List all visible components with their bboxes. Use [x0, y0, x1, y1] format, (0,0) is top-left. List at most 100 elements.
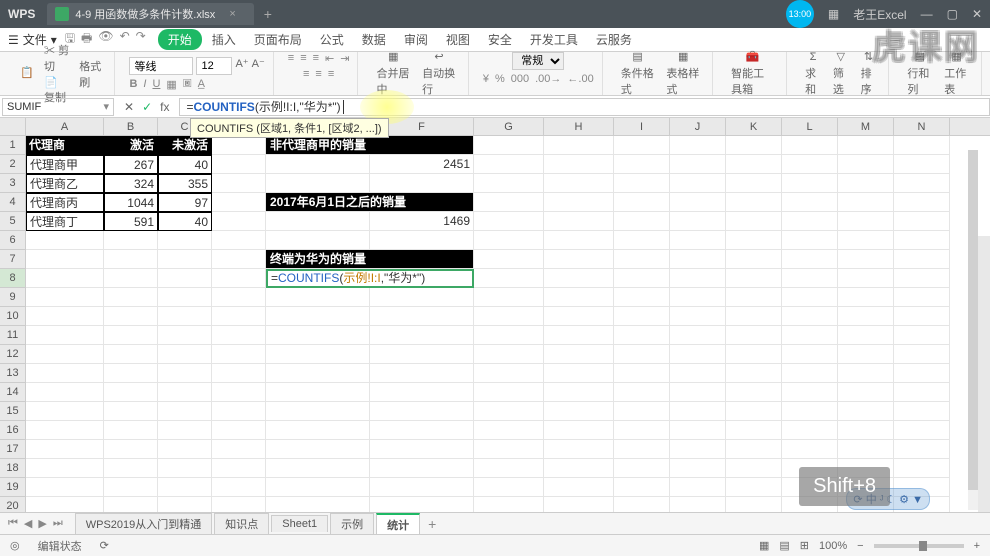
- col-header[interactable]: N: [894, 118, 950, 135]
- sheet-tab[interactable]: Sheet1: [271, 515, 328, 532]
- maximize-icon[interactable]: ▢: [947, 7, 958, 21]
- close-icon[interactable]: ×: [229, 8, 235, 20]
- wrap-text-button[interactable]: ↩自动换行: [418, 48, 460, 99]
- align-middle-icon[interactable]: ≡: [300, 52, 306, 65]
- percent-icon[interactable]: %: [495, 73, 505, 85]
- increase-decimal-icon[interactable]: ←.00: [567, 73, 593, 85]
- align-right-icon[interactable]: ≡: [328, 68, 334, 80]
- cell[interactable]: 2451: [370, 155, 474, 174]
- cell[interactable]: [212, 136, 266, 155]
- row-header[interactable]: 16: [0, 421, 26, 440]
- cut-button[interactable]: ✂ 剪切: [44, 42, 71, 74]
- sheet-nav-first-icon[interactable]: ⏮: [8, 517, 18, 530]
- cancel-formula-icon[interactable]: ✕: [124, 100, 134, 114]
- ime-toolbar[interactable]: ⟳ 中 ᴶ ☾ ⚙ ▼: [846, 488, 930, 510]
- formula-input[interactable]: =COUNTIFS(示例!I:I,"华为*"): [179, 98, 990, 116]
- minimize-icon[interactable]: —: [921, 7, 933, 21]
- print-icon[interactable]: 🖶: [81, 29, 92, 50]
- filter-button[interactable]: ▽筛选: [829, 48, 853, 99]
- number-format-select[interactable]: 常规: [512, 52, 564, 70]
- fill-color-icon[interactable]: 🞖: [183, 78, 192, 91]
- tab-security[interactable]: 安全: [480, 31, 520, 48]
- sheet-tab[interactable]: 知识点: [214, 513, 269, 534]
- preview-icon[interactable]: 👁: [98, 29, 113, 50]
- row-header[interactable]: 6: [0, 231, 26, 250]
- cell[interactable]: 代理商: [26, 136, 104, 155]
- row-header[interactable]: 4: [0, 193, 26, 212]
- col-header[interactable]: G: [474, 118, 544, 135]
- font-name-select[interactable]: [129, 57, 193, 75]
- row-header[interactable]: 13: [0, 364, 26, 383]
- row-header[interactable]: 7: [0, 250, 26, 269]
- zoom-value[interactable]: 100%: [819, 540, 847, 552]
- cell[interactable]: 代理商甲: [26, 155, 104, 174]
- tab-review[interactable]: 审阅: [396, 31, 436, 48]
- tab-view[interactable]: 视图: [438, 31, 478, 48]
- cell[interactable]: 267: [104, 155, 158, 174]
- grid-icon[interactable]: ▦: [828, 7, 839, 21]
- indent-left-icon[interactable]: ⇤: [325, 52, 334, 65]
- accept-formula-icon[interactable]: ✓: [142, 100, 152, 114]
- tab-cloud[interactable]: 云服务: [588, 31, 640, 48]
- tab-insert[interactable]: 插入: [204, 31, 244, 48]
- view-normal-icon[interactable]: ▦: [759, 539, 769, 552]
- row-header[interactable]: 18: [0, 459, 26, 478]
- col-header[interactable]: H: [544, 118, 614, 135]
- merge-cells-button[interactable]: ▦合并居中: [372, 48, 414, 99]
- table-style-button[interactable]: ▦表格样式: [662, 48, 704, 99]
- redo-icon[interactable]: ↷: [136, 29, 146, 50]
- increase-font-icon[interactable]: A⁺: [235, 57, 248, 75]
- zoom-out-icon[interactable]: −: [857, 540, 863, 552]
- align-center-icon[interactable]: ≡: [315, 68, 321, 80]
- sheet-tab[interactable]: WPS2019从入门到精通: [75, 513, 213, 534]
- align-top-icon[interactable]: ≡: [288, 52, 294, 65]
- tab-data[interactable]: 数据: [354, 31, 394, 48]
- indent-right-icon[interactable]: ⇥: [340, 52, 349, 65]
- cell[interactable]: 非代理商甲的销量: [266, 136, 474, 155]
- col-header[interactable]: J: [670, 118, 726, 135]
- tab-start[interactable]: 开始: [158, 29, 202, 50]
- align-bottom-icon[interactable]: ≡: [313, 52, 319, 65]
- sheet-tab-active[interactable]: 统计: [376, 513, 420, 535]
- spreadsheet-grid[interactable]: A B C D E F G H I J K L M N 123456789101…: [0, 118, 990, 518]
- underline-icon[interactable]: U: [152, 78, 160, 91]
- sheet-nav-prev-icon[interactable]: ◀: [24, 517, 32, 530]
- worksheet-button[interactable]: ▦工作表: [940, 48, 973, 99]
- sum-button[interactable]: Σ求和: [801, 49, 825, 99]
- col-header[interactable]: B: [104, 118, 158, 135]
- select-all-corner[interactable]: [0, 118, 26, 135]
- cell[interactable]: [474, 136, 544, 155]
- decrease-decimal-icon[interactable]: .00→: [535, 73, 561, 85]
- row-col-button[interactable]: ▤行和列: [903, 48, 936, 99]
- paste-button[interactable]: 📋: [16, 64, 40, 84]
- align-left-icon[interactable]: ≡: [303, 68, 309, 80]
- row-header[interactable]: 5: [0, 212, 26, 231]
- document-tab[interactable]: 4-9 用函数做多条件计数.xlsx ×: [47, 3, 253, 25]
- col-header[interactable]: K: [726, 118, 782, 135]
- cell[interactable]: 未激活: [158, 136, 212, 155]
- tab-page-layout[interactable]: 页面布局: [246, 31, 310, 48]
- view-split-icon[interactable]: ⊞: [800, 539, 809, 552]
- row-header[interactable]: 2: [0, 155, 26, 174]
- user-label[interactable]: 老王Excel: [853, 6, 906, 23]
- active-cell[interactable]: =COUNTIFS(示例!I:I,"华为*"): [266, 269, 474, 288]
- name-box[interactable]: SUMIF▾: [2, 98, 114, 116]
- row-header[interactable]: 3: [0, 174, 26, 193]
- cell[interactable]: 激活: [104, 136, 158, 155]
- fx-icon[interactable]: fx: [160, 100, 169, 114]
- col-header[interactable]: M: [838, 118, 894, 135]
- row-header[interactable]: 12: [0, 345, 26, 364]
- comma-icon[interactable]: 000: [511, 73, 529, 85]
- add-tab-button[interactable]: +: [264, 6, 272, 22]
- tab-formula[interactable]: 公式: [312, 31, 352, 48]
- sheet-nav-last-icon[interactable]: ⏭: [53, 517, 63, 530]
- italic-icon[interactable]: I: [143, 78, 146, 91]
- zoom-slider[interactable]: [874, 544, 964, 548]
- row-header[interactable]: 14: [0, 383, 26, 402]
- view-page-icon[interactable]: ▤: [779, 539, 789, 552]
- row-header[interactable]: 9: [0, 288, 26, 307]
- col-header[interactable]: I: [614, 118, 670, 135]
- vertical-scrollbar[interactable]: [968, 150, 978, 510]
- zoom-in-icon[interactable]: +: [974, 540, 980, 552]
- window-close-icon[interactable]: ✕: [972, 7, 982, 21]
